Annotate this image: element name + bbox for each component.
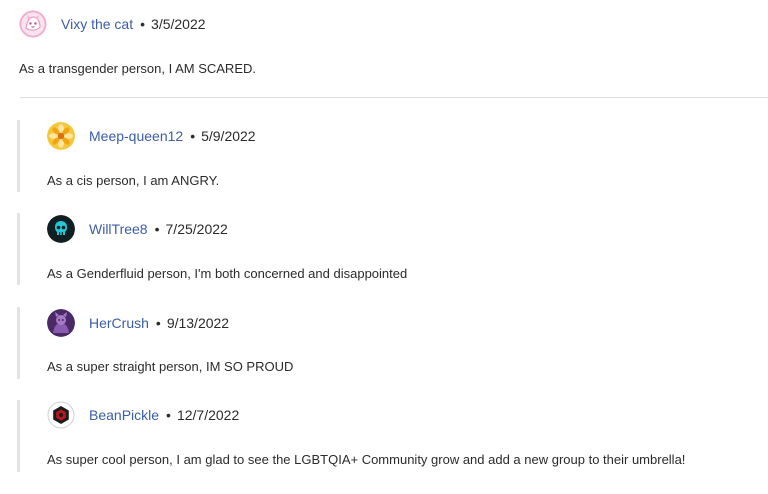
reply-header: HerCrush • 9/13/2022 [47, 308, 229, 338]
reply-text: As a super straight person, IM SO PROUD [47, 359, 294, 374]
yellow-flower-avatar-icon[interactable] [47, 122, 75, 150]
reply-header: BeanPickle • 12/7/2022 [47, 400, 239, 430]
reply-text: As a Genderfluid person, I'm both concer… [47, 266, 408, 281]
reply-thread-bar [17, 400, 20, 472]
reply-thread-bar [17, 213, 20, 285]
meta-separator: • [154, 221, 160, 237]
reply-username[interactable]: BeanPickle [89, 407, 159, 423]
reply-date: 5/9/2022 [201, 128, 256, 144]
comment-header: Vixy the cat • 3/5/2022 [19, 9, 206, 39]
reply-text: As super cool person, I am glad to see t… [47, 452, 686, 467]
meta-separator: • [140, 16, 146, 32]
reply-text: As a cis person, I am ANGRY. [47, 173, 220, 188]
meta-separator: • [155, 315, 161, 331]
pink-cat-avatar-icon[interactable] [19, 10, 47, 38]
meta-separator: • [190, 128, 196, 144]
reply-thread-bar [17, 120, 20, 192]
comment-text: As a transgender person, I AM SCARED. [19, 61, 256, 76]
reply-date: 7/25/2022 [165, 221, 228, 237]
red-hexagon-avatar-icon[interactable] [47, 401, 75, 429]
reply-username[interactable]: HerCrush [89, 315, 149, 331]
teal-skull-avatar-icon[interactable] [47, 215, 75, 243]
reply-username[interactable]: Meep-queen12 [89, 128, 183, 144]
reply-date: 9/13/2022 [166, 315, 230, 331]
comment-username[interactable]: Vixy the cat [61, 16, 133, 32]
purple-character-avatar-icon[interactable] [47, 309, 75, 337]
reply-username[interactable]: WillTree8 [89, 221, 148, 237]
reply-thread-bar [17, 307, 20, 379]
comment-divider [20, 97, 768, 98]
meta-separator: • [166, 407, 171, 423]
reply-date: 12/7/2022 [176, 407, 240, 423]
comment-date: 3/5/2022 [151, 16, 206, 32]
reply-header: Meep-queen12 • 5/9/2022 [47, 121, 256, 151]
reply-header: WillTree8 • 7/25/2022 [47, 214, 228, 244]
